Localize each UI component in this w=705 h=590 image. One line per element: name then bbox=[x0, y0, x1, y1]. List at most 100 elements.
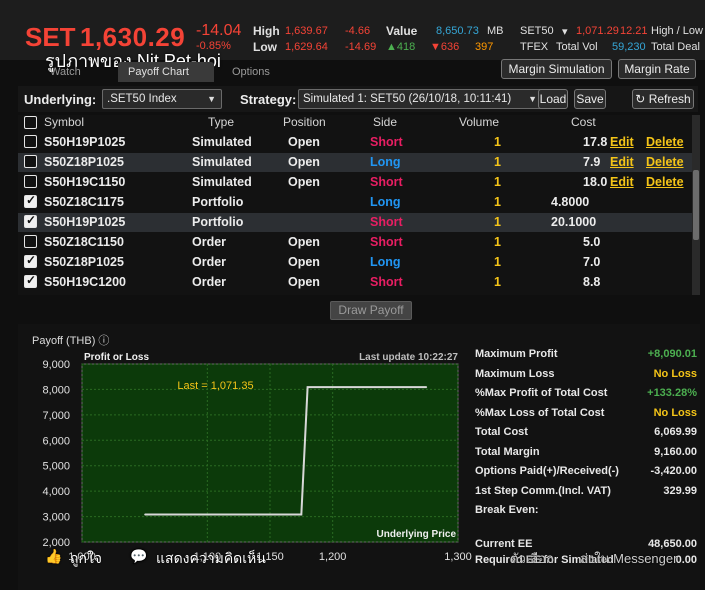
strategy-select[interactable]: Simulated 1: SET50 (26/10/18, 10:11:41) … bbox=[298, 89, 543, 109]
send-messenger-label[interactable]: ส่งใน Messenger bbox=[580, 548, 677, 569]
set50-dropdown-icon[interactable]: ▾ bbox=[562, 25, 568, 38]
row-cost: 20.1000 bbox=[551, 215, 597, 229]
table-row[interactable]: S50H19C1150 Simulated Open Short 1 18.0 Edit De… bbox=[18, 173, 692, 192]
table-row[interactable]: S50Z18C1150 Order Open Short 1 5.0 bbox=[18, 233, 692, 252]
table-scrollbar[interactable] bbox=[692, 115, 700, 295]
delete-link[interactable]: Delete bbox=[646, 175, 684, 189]
save-button[interactable]: Save bbox=[574, 89, 606, 109]
row-symbol: S50H19C1200 bbox=[44, 275, 127, 289]
y-tick-label: 9,000 bbox=[42, 359, 70, 371]
row-checkbox[interactable] bbox=[24, 175, 37, 188]
payoff-point bbox=[426, 386, 428, 388]
table-row[interactable]: S50H19P1025 Simulated Open Short 1 17.8 Edit De… bbox=[18, 133, 692, 152]
row-position: Open bbox=[288, 275, 320, 289]
edit-link[interactable]: Edit bbox=[610, 135, 634, 149]
delete-link[interactable]: Delete bbox=[646, 155, 684, 169]
row-volume: 1 bbox=[494, 255, 501, 269]
table-row[interactable]: S50H19C1200 Order Open Short 1 8.8 bbox=[18, 273, 692, 292]
y-tick-label: 7,000 bbox=[42, 410, 70, 422]
set50-label: SET50 bbox=[520, 25, 554, 37]
margin-simulation-button[interactable]: Margin Simulation bbox=[501, 59, 612, 79]
col-cost: Cost bbox=[571, 115, 596, 129]
tab-watch[interactable]: Watch bbox=[40, 62, 91, 82]
metric-label: Break Even: bbox=[475, 504, 539, 516]
row-type: Portfolio bbox=[192, 195, 244, 209]
col-type: Type bbox=[208, 115, 235, 129]
metric-label: Options Paid(+)/Received(-) bbox=[475, 465, 619, 477]
y-tick-label: 3,000 bbox=[42, 512, 70, 524]
row-checkbox[interactable] bbox=[24, 155, 37, 168]
refresh-button[interactable]: ↻ Refresh bbox=[632, 89, 694, 109]
chevron-down-icon: ▼ bbox=[207, 94, 216, 104]
tab-options-summary[interactable]: Options Summary bbox=[222, 62, 289, 98]
row-volume: 1 bbox=[494, 195, 501, 209]
draw-payoff-button[interactable]: Draw Payoff bbox=[330, 301, 412, 320]
row-checkbox[interactable] bbox=[24, 213, 37, 228]
refresh-icon: ↻ bbox=[635, 92, 646, 106]
strategy-label: Strategy: bbox=[240, 92, 297, 107]
margin-rate-button[interactable]: Margin Rate bbox=[618, 59, 696, 79]
total-deal-label: Total Deal bbox=[651, 41, 700, 53]
like-label[interactable]: ถูกใจ bbox=[70, 548, 102, 570]
load-button[interactable]: Load bbox=[538, 89, 568, 109]
metric-row: Break Even: bbox=[475, 504, 699, 523]
row-side: Short bbox=[370, 215, 403, 229]
metric-row: %Max Profit of Total Cost +133.28% bbox=[475, 387, 699, 406]
row-position: Open bbox=[288, 235, 320, 249]
row-checkbox[interactable] bbox=[24, 135, 37, 148]
row-symbol: S50Z18C1150 bbox=[44, 235, 124, 249]
row-type: Simulated bbox=[192, 155, 252, 169]
options-label[interactable]: ตัวเลือก bbox=[510, 548, 554, 569]
comment-label[interactable]: แสดงความคิดเห็น bbox=[156, 548, 266, 570]
col-position: Position bbox=[283, 115, 326, 129]
table-row[interactable]: S50Z18P1025 Order Open Long 1 7.0 bbox=[18, 253, 692, 272]
like-icon[interactable]: 👍 bbox=[45, 548, 62, 565]
last-update-label: Last update 10:22:27 bbox=[359, 352, 458, 363]
col-side: Side bbox=[373, 115, 398, 129]
metric-value: -3,420.00 bbox=[650, 465, 697, 477]
row-checkbox[interactable] bbox=[24, 193, 37, 208]
row-side: Short bbox=[370, 275, 403, 289]
scrollbar-thumb[interactable] bbox=[693, 170, 699, 240]
edit-link[interactable]: Edit bbox=[610, 155, 634, 169]
row-volume: 1 bbox=[494, 215, 501, 229]
select-all-checkbox[interactable] bbox=[24, 116, 37, 129]
row-side: Short bbox=[370, 235, 403, 249]
underlying-select[interactable]: .SET50 Index ▼ bbox=[102, 89, 222, 109]
metric-value: +8,090.01 bbox=[647, 348, 697, 360]
row-checkbox[interactable] bbox=[24, 235, 37, 248]
value-unit: MB bbox=[487, 25, 504, 37]
metric-value: 0.00 bbox=[675, 554, 697, 566]
row-volume: 1 bbox=[494, 235, 501, 249]
y-tick-label: 8,000 bbox=[42, 384, 70, 396]
payoff-chart: 2,0003,0004,0005,0006,0007,0008,0009,000… bbox=[42, 352, 471, 563]
row-cost: 7.0 bbox=[583, 255, 601, 269]
col-volume: Volume bbox=[459, 115, 500, 129]
tab-payoff-chart[interactable]: Payoff Chart bbox=[118, 62, 214, 82]
advances: ▲418 bbox=[386, 41, 416, 53]
delete-link[interactable]: Delete bbox=[646, 135, 684, 149]
high-label: High bbox=[253, 24, 280, 38]
comment-icon[interactable]: 💬 bbox=[130, 548, 147, 565]
chevron-down-icon: ▼ bbox=[528, 94, 537, 104]
low-change: -14.69 bbox=[345, 41, 377, 53]
metric-label: 1st Step Comm.(Incl. VAT) bbox=[475, 484, 611, 497]
table-row[interactable]: S50H19P1025 Portfolio Short 1 20.1000 bbox=[18, 213, 692, 232]
row-cost: 8.8 bbox=[583, 275, 601, 289]
edit-link[interactable]: Edit bbox=[610, 175, 634, 189]
row-type: Order bbox=[192, 235, 227, 249]
table-row[interactable]: S50Z18P1025 Simulated Open Long 1 7.9 Edit Dele… bbox=[18, 153, 692, 172]
metric-value: 6,069.99 bbox=[654, 426, 697, 438]
total-vol-value: 59,230 bbox=[612, 41, 646, 53]
metric-label: %Max Profit of Total Cost bbox=[475, 387, 608, 399]
refresh-label: Refresh bbox=[648, 92, 691, 106]
table-row[interactable]: S50Z18C1175 Portfolio Long 1 4.8000 bbox=[18, 193, 692, 212]
row-symbol: S50Z18P1025 bbox=[44, 155, 124, 169]
row-checkbox[interactable] bbox=[24, 253, 37, 268]
row-volume: 1 bbox=[494, 155, 501, 169]
set50-change: 12.21 bbox=[620, 25, 648, 37]
declines: ▼636 bbox=[430, 41, 460, 53]
row-position: Open bbox=[288, 155, 320, 169]
metric-value: +133.28% bbox=[647, 387, 697, 399]
row-checkbox[interactable] bbox=[24, 273, 37, 288]
